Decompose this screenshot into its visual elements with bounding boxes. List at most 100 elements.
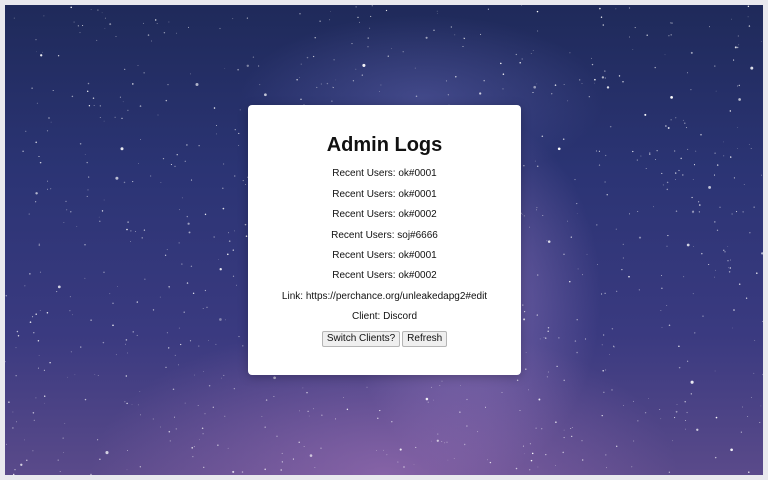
refresh-button[interactable]: Refresh <box>402 331 448 347</box>
star <box>582 274 583 276</box>
star <box>139 105 142 107</box>
star <box>628 7 631 9</box>
star <box>141 237 143 239</box>
star <box>483 79 485 82</box>
star <box>539 338 541 340</box>
star <box>616 290 618 292</box>
star <box>105 451 109 455</box>
star <box>170 163 172 166</box>
star <box>32 316 34 318</box>
star <box>73 21 75 23</box>
star <box>714 65 716 67</box>
star <box>300 63 302 65</box>
star <box>501 392 503 393</box>
recent-user-entry: Recent Users: ok#0001 <box>332 168 437 179</box>
star <box>193 446 195 448</box>
star <box>125 343 126 345</box>
star <box>632 150 634 153</box>
star <box>464 38 466 40</box>
star <box>379 410 381 412</box>
star <box>441 380 443 382</box>
star <box>206 306 208 308</box>
star <box>343 397 345 398</box>
star <box>306 391 308 394</box>
star <box>112 302 114 304</box>
star <box>437 433 439 435</box>
star <box>86 161 88 164</box>
star <box>753 206 755 208</box>
star <box>70 211 72 213</box>
star <box>175 428 178 430</box>
star <box>320 83 322 85</box>
star <box>576 318 578 321</box>
star <box>303 446 305 447</box>
star <box>232 275 235 277</box>
star <box>633 440 635 442</box>
star <box>567 100 569 102</box>
star <box>127 109 129 112</box>
star <box>12 473 15 475</box>
star <box>450 26 452 28</box>
star <box>239 109 241 111</box>
star <box>127 450 128 451</box>
star <box>163 31 166 34</box>
star <box>65 200 67 203</box>
star <box>143 72 145 74</box>
star <box>36 51 37 53</box>
star <box>724 251 726 253</box>
star <box>606 86 610 89</box>
star <box>716 164 719 166</box>
star <box>197 405 199 406</box>
star <box>741 406 743 408</box>
switch-clients-button[interactable]: Switch Clients? <box>321 331 401 347</box>
star <box>361 74 363 76</box>
star <box>693 164 696 166</box>
star <box>174 354 176 356</box>
star <box>74 374 76 376</box>
star <box>162 157 165 160</box>
star <box>686 243 690 247</box>
star <box>186 144 188 146</box>
star <box>77 25 79 27</box>
star <box>523 453 525 455</box>
star <box>762 373 763 376</box>
star <box>192 292 195 295</box>
star <box>202 308 204 309</box>
star <box>380 84 382 86</box>
star <box>709 26 711 28</box>
star <box>737 35 739 37</box>
star <box>379 90 381 92</box>
star <box>35 192 38 195</box>
star <box>125 339 128 341</box>
star <box>732 327 733 329</box>
star <box>556 365 558 368</box>
star <box>16 330 19 333</box>
star <box>126 469 128 471</box>
star <box>541 135 544 138</box>
star <box>531 452 534 455</box>
star <box>604 181 606 183</box>
star <box>660 418 662 420</box>
star <box>207 339 209 341</box>
star <box>571 426 573 428</box>
star <box>166 332 168 334</box>
star <box>542 215 544 217</box>
star <box>104 17 106 19</box>
star <box>168 347 170 349</box>
star <box>12 427 14 429</box>
star <box>555 421 557 423</box>
star <box>96 39 98 41</box>
star <box>690 380 694 384</box>
star <box>715 90 717 92</box>
star <box>117 286 118 287</box>
star <box>632 48 634 50</box>
star <box>119 96 121 98</box>
star <box>604 70 606 72</box>
star <box>603 334 605 336</box>
star <box>631 466 633 468</box>
star <box>533 85 537 89</box>
star <box>670 96 673 99</box>
recent-user-entry: Recent Users: soj#6666 <box>331 230 438 241</box>
star <box>168 21 170 23</box>
star <box>547 327 550 329</box>
